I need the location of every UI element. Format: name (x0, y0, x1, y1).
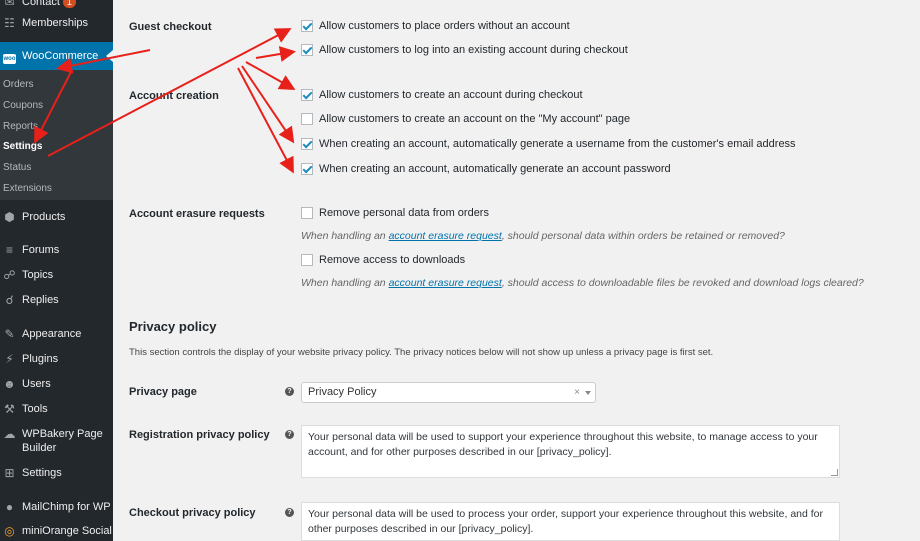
menu-woocommerce-label: WooCommerce (22, 50, 99, 62)
checkout-privacy-textarea[interactable]: Your personal data will be used to proce… (301, 502, 840, 541)
menu-contact[interactable]: ✉ Contact 1 (0, 0, 113, 9)
menu-plugins[interactable]: ⚡ Plugins (0, 352, 113, 366)
menu-miniorange[interactable]: ◎ miniOrange Social (0, 524, 113, 538)
erasure-desc-2: When handling an account erasure request… (301, 277, 864, 289)
erasure-link-2[interactable]: account erasure request (389, 277, 502, 289)
products-icon: ⬢ (4, 210, 15, 224)
contact-icon: ✉ (4, 0, 15, 9)
option-generate-password[interactable]: When creating an account, automatically … (301, 162, 671, 176)
privacy-page-value: Privacy Policy (308, 386, 377, 398)
active-arrow (106, 50, 113, 62)
contact-badge: 1 (62, 0, 76, 8)
menu-tools[interactable]: ⚒ Tools (0, 402, 113, 416)
arrow-to-login-checkout (255, 46, 296, 62)
checkbox-login-checkout[interactable] (301, 44, 313, 56)
option-generate-username[interactable]: When creating an account, automatically … (301, 137, 796, 151)
option-create-checkout[interactable]: Allow customers to create an account dur… (301, 88, 583, 102)
arrow-to-generate-password (237, 67, 294, 174)
submenu-settings[interactable]: Settings (3, 140, 42, 154)
admin-sidebar: ✉ Contact 1 ☷ Memberships woo WooCommerce… (0, 0, 113, 541)
tools-icon: ⚒ (4, 402, 15, 416)
arrow-to-create-checkout (245, 61, 296, 90)
option-create-myaccount[interactable]: Allow customers to create an account on … (301, 112, 630, 126)
registration-privacy-label: Registration privacy policy (129, 429, 270, 441)
checkbox-guest-orders[interactable] (301, 20, 313, 32)
submenu-status[interactable]: Status (3, 161, 31, 175)
account-creation-label: Account creation (129, 90, 219, 102)
checkout-privacy-label: Checkout privacy policy (129, 507, 256, 519)
option-remove-downloads[interactable]: Remove access to downloads (301, 253, 465, 267)
checkbox-generate-username[interactable] (301, 138, 313, 150)
help-icon[interactable]: ? (285, 387, 294, 396)
topics-icon: ☍ (3, 268, 16, 282)
submenu-orders[interactable]: Orders (3, 78, 34, 92)
erasure-label: Account erasure requests (129, 208, 265, 220)
checkbox-create-checkout[interactable] (301, 89, 313, 101)
chevron-down-icon[interactable] (585, 391, 591, 395)
submenu-coupons[interactable]: Coupons (3, 99, 43, 113)
users-icon: ☻ (3, 377, 16, 391)
woocommerce-submenu: Orders Coupons Reports Settings Status E… (0, 70, 113, 200)
checkbox-generate-password[interactable] (301, 163, 313, 175)
appearance-icon: ✎ (4, 327, 15, 341)
submenu-reports[interactable]: Reports (3, 120, 38, 134)
menu-contact-label: Contact (22, 0, 60, 8)
privacy-page-select[interactable]: Privacy Policy × (301, 382, 596, 403)
option-guest-orders[interactable]: Allow customers to place orders without … (301, 19, 570, 33)
menu-products[interactable]: ⬢ Products (0, 210, 113, 224)
registration-privacy-textarea[interactable]: Your personal data will be used to suppo… (301, 425, 840, 478)
resize-handle[interactable] (831, 469, 838, 476)
privacy-section-title: Privacy policy (129, 319, 217, 334)
menu-settings[interactable]: ⊞ Settings (0, 466, 113, 480)
wpbakery-icon: ☁ (3, 427, 16, 441)
miniorange-icon: ◎ (4, 524, 15, 538)
arrow-to-generate-username (241, 65, 295, 144)
menu-memberships[interactable]: ☷ Memberships (0, 16, 113, 30)
menu-topics[interactable]: ☍ Topics (0, 268, 113, 282)
memberships-icon: ☷ (4, 16, 15, 30)
replies-icon: ☌ (5, 293, 14, 307)
menu-forums[interactable]: ≡ Forums (0, 243, 113, 257)
checkbox-remove-downloads[interactable] (301, 254, 313, 266)
menu-woocommerce[interactable]: woo WooCommerce (0, 42, 113, 70)
menu-wpbakery[interactable]: ☁ WPBakery Page Builder (0, 427, 113, 455)
privacy-page-label: Privacy page (129, 386, 197, 398)
erasure-link-1[interactable]: account erasure request (389, 230, 502, 242)
clear-icon[interactable]: × (574, 383, 580, 402)
help-icon[interactable]: ? (285, 430, 294, 439)
menu-replies[interactable]: ☌ Replies (0, 293, 113, 307)
mailchimp-icon: ● (5, 500, 14, 514)
guest-checkout-label: Guest checkout (129, 21, 212, 33)
menu-appearance[interactable]: ✎ Appearance (0, 327, 113, 341)
option-login-checkout[interactable]: Allow customers to log into an existing … (301, 43, 628, 57)
checkbox-remove-data[interactable] (301, 207, 313, 219)
plugins-icon: ⚡ (5, 352, 14, 366)
menu-mailchimp[interactable]: ● MailChimp for WP (0, 500, 113, 514)
submenu-extensions[interactable]: Extensions (3, 182, 52, 196)
woocommerce-icon: woo (3, 54, 16, 64)
erasure-desc-1: When handling an account erasure request… (301, 230, 785, 242)
help-icon[interactable]: ? (285, 508, 294, 517)
menu-memberships-label: Memberships (22, 17, 89, 29)
checkbox-create-myaccount[interactable] (301, 113, 313, 125)
menu-users[interactable]: ☻ Users (0, 377, 113, 391)
option-remove-data[interactable]: Remove personal data from orders (301, 206, 489, 220)
privacy-section-desc: This section controls the display of you… (129, 347, 714, 358)
settings-icon: ⊞ (4, 466, 15, 480)
forums-icon: ≡ (5, 243, 13, 257)
